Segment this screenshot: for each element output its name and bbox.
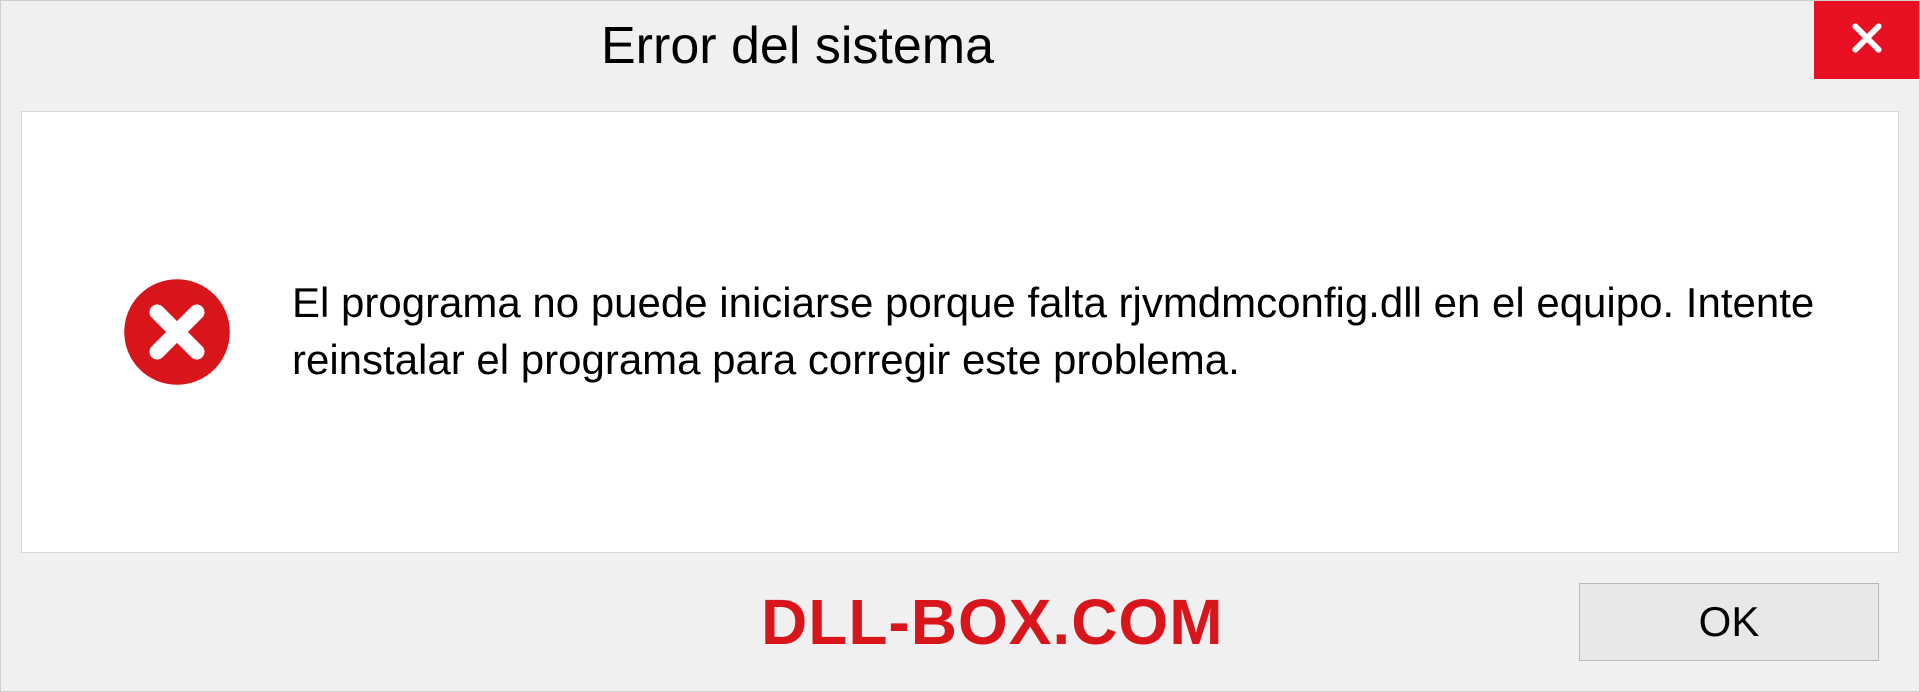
titlebar: Error del sistema xyxy=(1,1,1919,91)
dialog-title: Error del sistema xyxy=(41,16,994,76)
close-icon xyxy=(1847,18,1887,63)
message-panel: El programa no puede iniciarse porque fa… xyxy=(21,111,1899,553)
error-icon xyxy=(122,277,232,387)
error-message: El programa no puede iniciarse porque fa… xyxy=(292,275,1818,388)
watermark-text: DLL-BOX.COM xyxy=(41,585,1224,659)
ok-button[interactable]: OK xyxy=(1579,583,1879,661)
dialog-footer: DLL-BOX.COM OK xyxy=(1,553,1919,691)
error-dialog: Error del sistema El programa no puede i… xyxy=(0,0,1920,692)
close-button[interactable] xyxy=(1814,1,1919,79)
